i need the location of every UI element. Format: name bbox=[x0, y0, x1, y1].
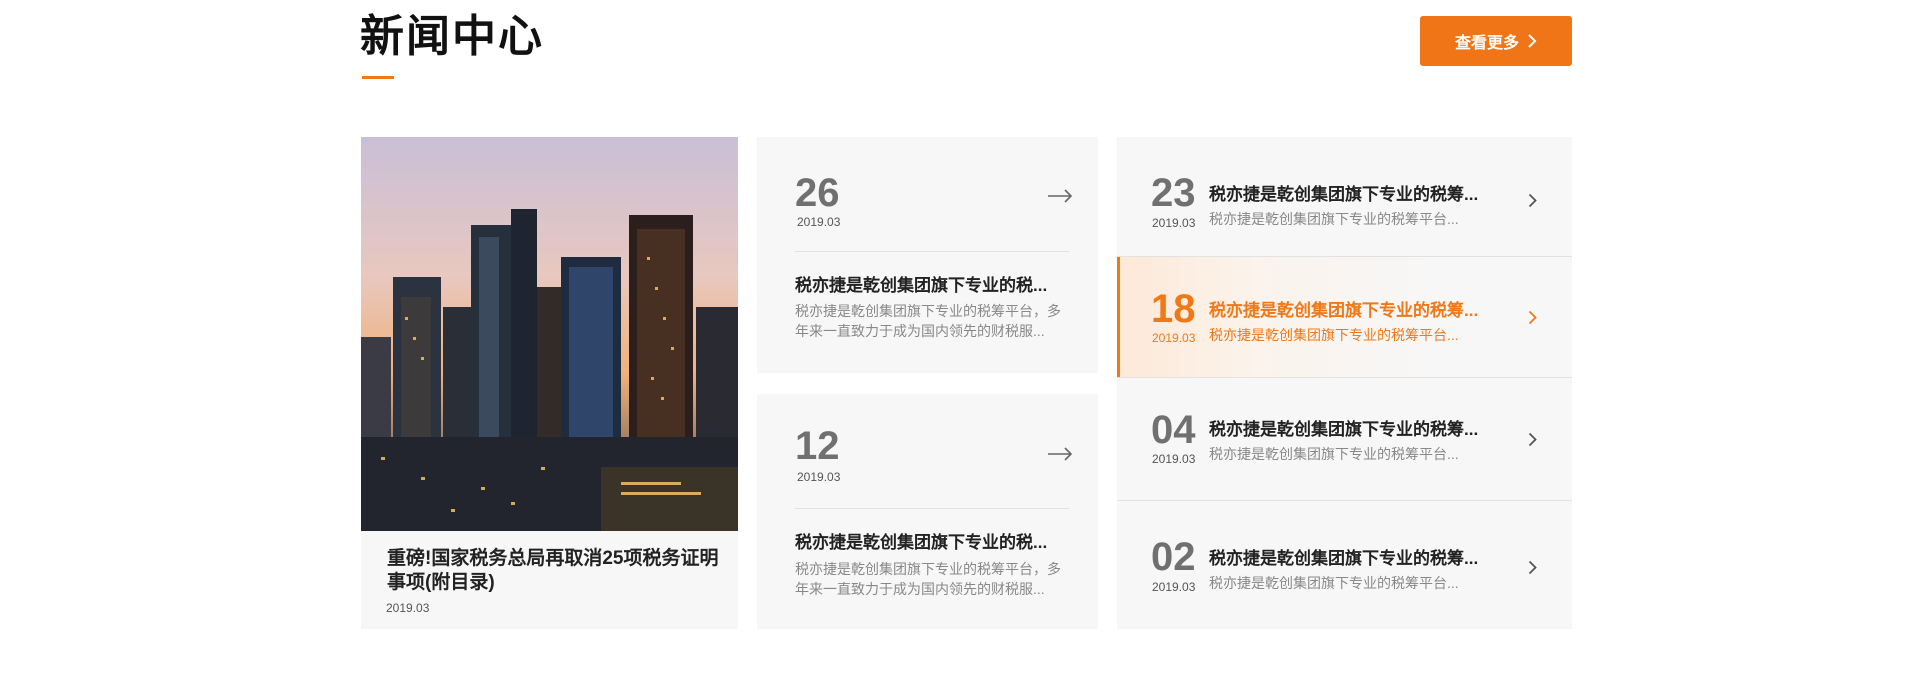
news-card[interactable]: 26 2019.03 税亦捷是乾创集团旗下专业的税... 税亦捷是乾创集团旗下专… bbox=[757, 137, 1098, 373]
arrow-right-icon[interactable] bbox=[1047, 447, 1073, 461]
news-list-item[interactable]: 04 2019.03 税亦捷是乾创集团旗下专业的税筹... 税亦捷是乾创集团旗下… bbox=[1117, 378, 1572, 500]
chevron-right-icon bbox=[1528, 34, 1537, 48]
news-title[interactable]: 税亦捷是乾创集团旗下专业的税筹... bbox=[1209, 180, 1478, 205]
news-list-item-active[interactable]: 18 2019.03 税亦捷是乾创集团旗下专业的税筹... 税亦捷是乾创集团旗下… bbox=[1117, 257, 1572, 377]
news-day: 02 bbox=[1151, 535, 1196, 579]
news-day: 26 bbox=[795, 171, 840, 215]
news-month: 2019.03 bbox=[1152, 216, 1196, 230]
chevron-right-icon[interactable] bbox=[1528, 560, 1537, 575]
news-card[interactable]: 12 2019.03 税亦捷是乾创集团旗下专业的税... 税亦捷是乾创集团旗下专… bbox=[757, 394, 1098, 629]
news-summary: 税亦捷是乾创集团旗下专业的税筹平台，多年来一直致力于成为国内领先的财税服... bbox=[795, 303, 1061, 339]
view-more-button[interactable]: 查看更多 bbox=[1420, 16, 1572, 66]
news-day: 18 bbox=[1151, 287, 1196, 331]
chevron-right-icon[interactable] bbox=[1528, 310, 1537, 325]
news-list-item[interactable]: 23 2019.03 税亦捷是乾创集团旗下专业的税筹... 税亦捷是乾创集团旗下… bbox=[1117, 137, 1572, 256]
news-title[interactable]: 税亦捷是乾创集团旗下专业的税... bbox=[795, 271, 1071, 296]
featured-news-title[interactable]: 重磅!国家税务总局再取消25项税务证明事项(附目录) bbox=[387, 547, 727, 595]
news-title[interactable]: 税亦捷是乾创集团旗下专业的税筹... bbox=[1209, 296, 1478, 321]
chevron-right-icon[interactable] bbox=[1528, 193, 1537, 208]
news-summary: 税亦捷是乾创集团旗下专业的税筹平台... bbox=[1209, 446, 1459, 462]
news-month: 2019.03 bbox=[1152, 580, 1196, 594]
chevron-right-icon[interactable] bbox=[1528, 432, 1537, 447]
news-summary: 税亦捷是乾创集团旗下专业的税筹平台... bbox=[1209, 575, 1459, 591]
news-day: 23 bbox=[1151, 171, 1196, 215]
news-day: 04 bbox=[1151, 408, 1196, 452]
news-title[interactable]: 税亦捷是乾创集团旗下专业的税筹... bbox=[1209, 415, 1478, 440]
section-title: 新闻中心 bbox=[360, 12, 544, 61]
title-underline bbox=[362, 76, 394, 79]
city-skyline-photo bbox=[361, 137, 738, 531]
card-divider bbox=[795, 251, 1069, 252]
news-title[interactable]: 税亦捷是乾创集团旗下专业的税筹... bbox=[1209, 544, 1478, 569]
news-month: 2019.03 bbox=[1152, 452, 1196, 466]
news-month: 2019.03 bbox=[797, 470, 841, 484]
news-month: 2019.03 bbox=[797, 215, 841, 229]
news-summary: 税亦捷是乾创集团旗下专业的税筹平台... bbox=[1209, 327, 1459, 343]
news-title[interactable]: 税亦捷是乾创集团旗下专业的税... bbox=[795, 528, 1071, 553]
news-list-item[interactable]: 02 2019.03 税亦捷是乾创集团旗下专业的税筹... 税亦捷是乾创集团旗下… bbox=[1117, 501, 1572, 629]
news-summary: 税亦捷是乾创集团旗下专业的税筹平台... bbox=[1209, 211, 1459, 227]
news-month: 2019.03 bbox=[1152, 331, 1196, 345]
news-day: 12 bbox=[795, 424, 840, 468]
view-more-label: 查看更多 bbox=[1454, 35, 1519, 52]
featured-news-date: 2019.03 bbox=[386, 601, 430, 615]
news-summary: 税亦捷是乾创集团旗下专业的税筹平台，多年来一直致力于成为国内领先的财税服... bbox=[795, 561, 1061, 597]
arrow-right-icon[interactable] bbox=[1047, 189, 1073, 203]
card-divider bbox=[795, 508, 1069, 509]
featured-news-card[interactable]: 重磅!国家税务总局再取消25项税务证明事项(附目录) 2019.03 bbox=[361, 137, 738, 629]
